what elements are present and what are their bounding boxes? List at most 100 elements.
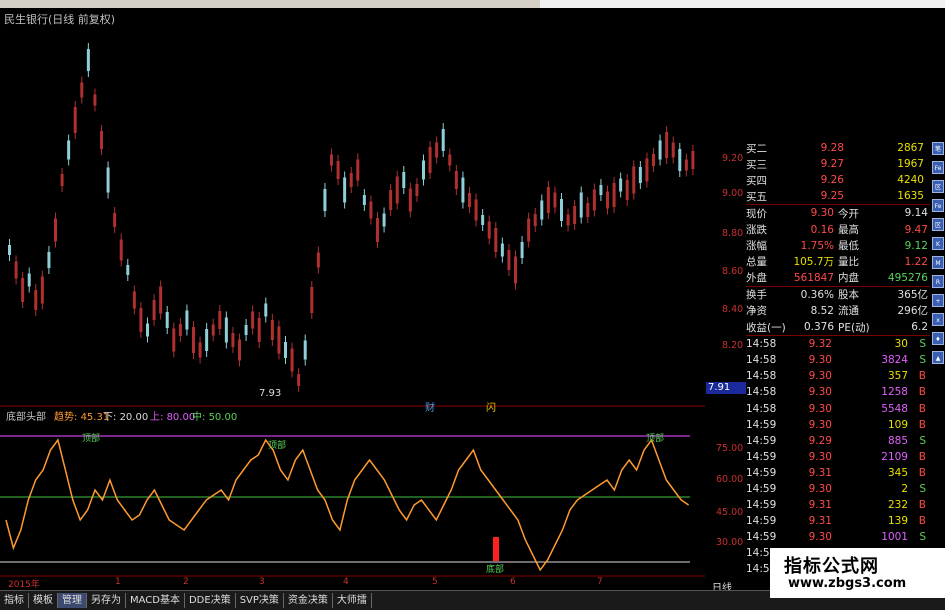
tick-price: 9.32 xyxy=(808,338,832,351)
candle-body xyxy=(428,147,432,173)
tool-icon[interactable]: M xyxy=(932,256,944,269)
tool-icon[interactable]: 笔 xyxy=(932,142,944,155)
bottom-tab[interactable]: MACD基本 xyxy=(126,593,185,608)
candle-body xyxy=(408,188,412,212)
tool-icon[interactable]: Fe xyxy=(932,161,944,174)
flash-event-tag[interactable]: 闪 xyxy=(486,399,496,414)
candle-body xyxy=(619,178,623,192)
quote-value: 9.12 xyxy=(904,239,928,252)
candle-body xyxy=(645,158,649,182)
right-toolbar: 笔 Fe 区 Fe 区 K M R + x ♦ ▲ xyxy=(931,140,945,370)
bottom-tab[interactable]: 管理 xyxy=(58,593,87,608)
ob-label: 买四 xyxy=(746,174,767,187)
tool-icon[interactable]: K xyxy=(932,237,944,250)
tick-time: 14:58 xyxy=(746,338,777,351)
tick-volume: 3824 xyxy=(881,354,908,367)
tick-side: B xyxy=(918,515,926,528)
tick-time: 14:59 xyxy=(746,531,777,544)
ob-volume: 4240 xyxy=(897,174,924,187)
top-signal-label-3: 顶部 xyxy=(646,434,665,444)
tool-icon[interactable]: + xyxy=(932,294,944,307)
fund-label: 流通 xyxy=(838,305,859,318)
bottom-tab[interactable]: 模板 xyxy=(29,593,58,608)
fundamental-row: 净资 8.52 流通 296亿 xyxy=(746,303,930,319)
bottom-tab[interactable]: 指标 xyxy=(0,593,29,608)
tick-price: 9.30 xyxy=(808,402,832,415)
tick-time: 14:59 xyxy=(746,450,777,463)
candle-body xyxy=(224,317,228,343)
tool-icon[interactable]: Fe xyxy=(932,199,944,212)
tick-time: 14:58 xyxy=(746,402,777,415)
candle-body xyxy=(8,245,11,255)
candle-body xyxy=(369,201,373,219)
tool-icon[interactable]: ♦ xyxy=(932,332,944,345)
tool-icon[interactable]: 区 xyxy=(932,180,944,193)
candle-body xyxy=(658,140,662,160)
tick-row: 14:58 9.30 3824 S xyxy=(746,352,930,368)
quote-value: 9.47 xyxy=(904,223,928,236)
candle-body xyxy=(93,94,97,106)
candle-body xyxy=(192,327,195,353)
price-tick: 8.20 xyxy=(722,340,744,351)
bottom-tab[interactable]: SVP决策 xyxy=(236,593,284,608)
fund-value: 0.376 xyxy=(803,321,834,334)
fund-value: 296亿 xyxy=(897,305,928,318)
candle-body xyxy=(80,82,84,98)
quote-value: 495276 xyxy=(887,271,928,284)
candle-body xyxy=(566,214,570,226)
bottom-tab[interactable]: 资金决策 xyxy=(284,593,333,608)
orderbook-row: 买三 9.27 1967 xyxy=(746,156,930,172)
bottom-tab[interactable]: 另存为 xyxy=(87,593,126,608)
candle-body xyxy=(297,374,301,386)
candle-body xyxy=(362,195,366,205)
candle-body xyxy=(54,218,57,242)
ob-label: 买五 xyxy=(746,190,767,203)
tool-icon[interactable]: x xyxy=(932,313,944,326)
bottom-tab[interactable]: DDE决策 xyxy=(185,593,236,608)
quote-label: 最低 xyxy=(838,240,859,253)
watermark-title: 指标公式网 xyxy=(784,556,879,577)
tick-side: B xyxy=(918,370,926,383)
date-tick: 7 xyxy=(597,577,603,587)
tick-volume: 30 xyxy=(894,338,908,351)
candle-body xyxy=(290,348,294,372)
current-price-tag: 7.91 xyxy=(706,382,746,394)
tool-icon[interactable]: 区 xyxy=(932,218,944,231)
candle-body xyxy=(40,276,44,304)
tick-side: B xyxy=(918,402,926,415)
candle-body xyxy=(612,183,616,207)
date-tick: 5 xyxy=(432,577,438,587)
candle-body xyxy=(684,159,688,171)
kline-chart[interactable] xyxy=(0,0,705,590)
date-tick: 2015年 xyxy=(8,580,40,590)
bottom-tab[interactable]: 大师擂 xyxy=(333,593,372,608)
candle-body xyxy=(533,214,537,226)
candle-body xyxy=(316,252,320,268)
tick-row: 14:59 9.31 232 B xyxy=(746,497,930,513)
tool-icon[interactable]: R xyxy=(932,275,944,288)
candle-body xyxy=(573,206,577,224)
candle-body xyxy=(270,320,274,340)
tick-time: 14:59 xyxy=(746,434,777,447)
candle-body xyxy=(599,185,603,195)
tick-time: 14:58 xyxy=(746,386,777,399)
tick-price: 9.31 xyxy=(808,499,832,512)
candle-body xyxy=(402,172,406,188)
quote-label: 现价 xyxy=(746,207,767,220)
ob-price: 9.28 xyxy=(820,142,844,155)
candle-body xyxy=(514,256,517,284)
fund-label: PE(动) xyxy=(838,321,870,334)
trend-line xyxy=(5,438,690,572)
tick-volume: 1258 xyxy=(881,386,908,399)
finance-event-tag[interactable]: 财 xyxy=(425,399,435,414)
candle-body xyxy=(336,161,340,179)
tick-volume: 1001 xyxy=(881,531,908,544)
candle-body xyxy=(126,265,130,275)
tick-row: 14:59 9.31 139 B xyxy=(746,513,930,529)
orderbook-row: 买五 9.25 1635 xyxy=(746,188,930,204)
tool-icon[interactable]: ▲ xyxy=(932,351,944,364)
ob-volume: 1967 xyxy=(897,158,924,171)
candle-body xyxy=(100,131,103,149)
candle-body xyxy=(303,340,307,360)
candle-body xyxy=(60,174,64,186)
